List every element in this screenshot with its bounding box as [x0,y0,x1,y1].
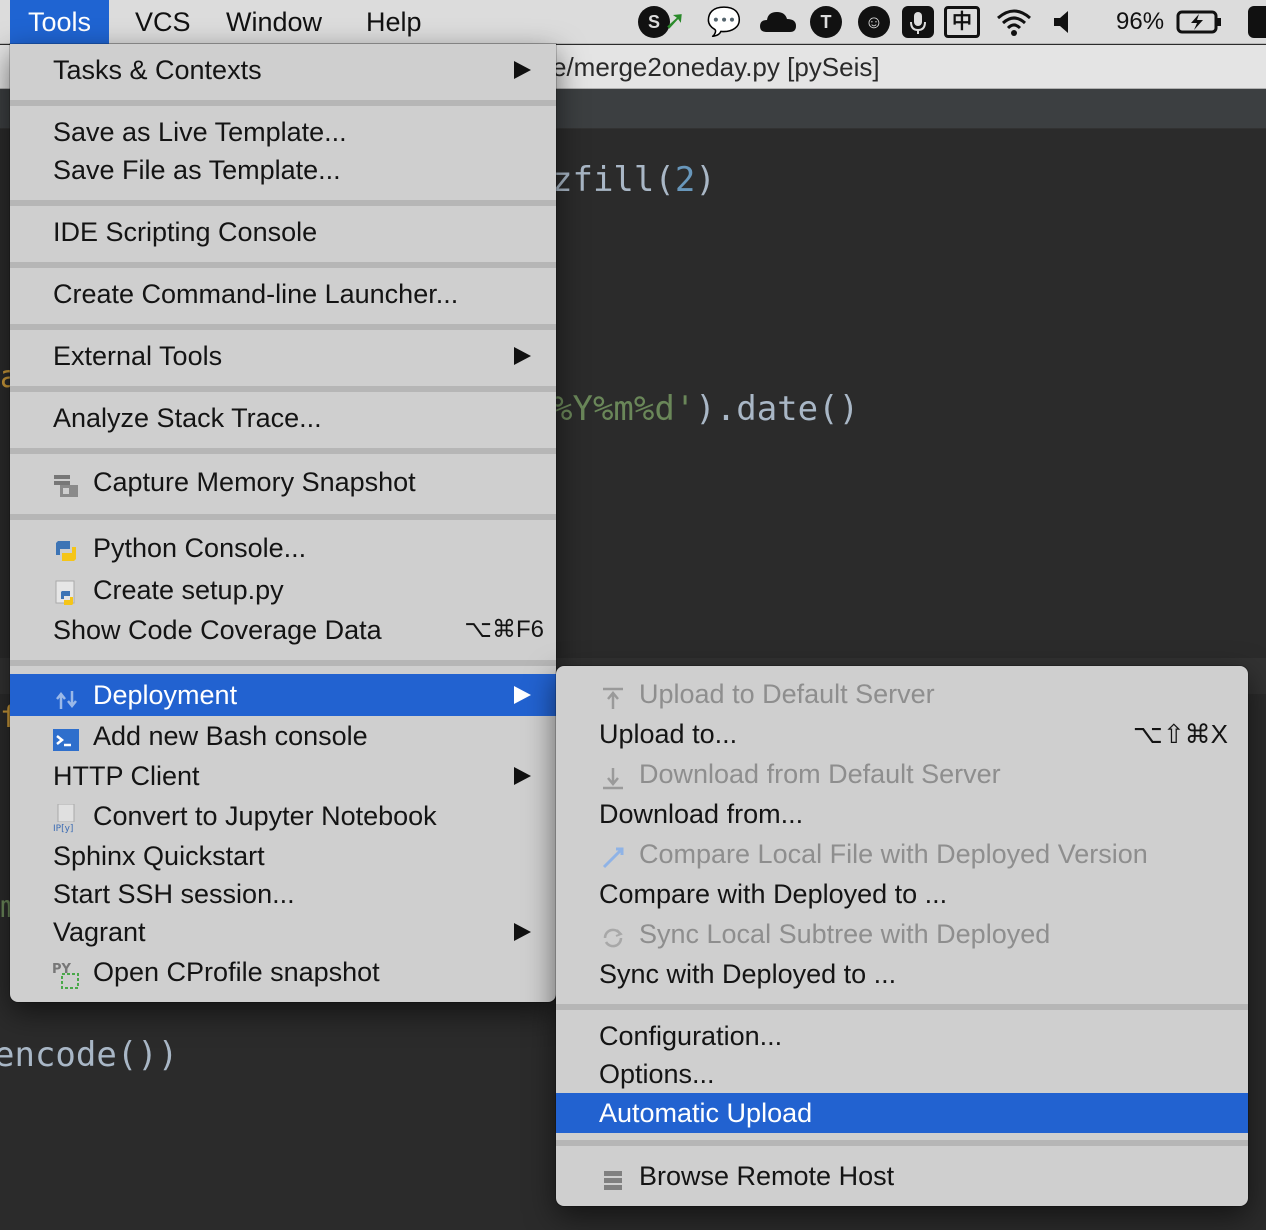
submenu-arrow-icon [514,686,531,704]
input-method-icon[interactable]: 中 [944,6,980,38]
deployment-arrows-icon [54,683,80,709]
menu-item-add-bash-console[interactable]: Add new Bash console [10,716,556,756]
battery-percent: 96% [1116,8,1165,35]
menu-tools[interactable]: Tools [10,0,110,44]
menu-item-sync-with-deployed[interactable]: Sync with Deployed to ... [556,954,1248,994]
menu-item-tasks-contexts[interactable]: Tasks & Contexts [10,50,556,90]
menu-item-sync-local-subtree[interactable]: Sync Local Subtree with Deployed [556,914,1248,954]
menu-item-create-setup-py[interactable]: Create setup.py [10,570,556,610]
menu-item-save-live-template[interactable]: Save as Live Template... [10,112,556,152]
wechat-icon[interactable]: 💬 [702,6,746,38]
svg-text:IP[y]: IP[y] [53,824,73,834]
menu-item-automatic-upload[interactable]: Automatic Upload [556,1093,1248,1133]
menu-help[interactable]: Help [366,0,422,44]
menu-vcs[interactable]: VCS [135,0,191,44]
menu-item-convert-jupyter[interactable]: IP[y] Convert to Jupyter Notebook [10,796,556,836]
server-list-icon [600,1164,626,1190]
volume-icon[interactable] [1050,6,1078,38]
shortcut-label: ⌥⌘F6 [464,616,544,643]
memory-snapshot-icon [52,470,78,497]
menu-item-compare-local-file[interactable]: Compare Local File with Deployed Version [556,834,1248,874]
stocks-arrow-icon: ➚ [664,5,686,35]
cprofile-snapshot-icon: PY [52,960,79,989]
menu-item-vagrant[interactable]: Vagrant [10,912,556,952]
battery-icon[interactable] [1176,6,1224,38]
code-line-zfill: zfill(2) [552,160,716,200]
menu-item-create-launcher[interactable]: Create Command-line Launcher... [10,274,556,314]
menu-item-save-file-template[interactable]: Save File as Template... [10,150,556,190]
menu-separator [10,660,556,666]
wifi-icon[interactable] [994,6,1034,38]
menu-item-compare-with-deployed[interactable]: Compare with Deployed to ... [556,874,1248,914]
menu-separator [10,100,556,106]
menu-item-upload-default-server[interactable]: Upload to Default Server [556,674,1248,714]
menu-item-configuration[interactable]: Configuration... [556,1016,1248,1056]
menu-item-upload-to[interactable]: Upload to... ⌥⇧⌘X [556,714,1248,754]
sync-icon [600,922,626,948]
menu-item-open-cprofile[interactable]: PY Open CProfile snapshot [10,952,556,992]
menu-item-show-code-coverage[interactable]: Show Code Coverage Data ⌥⌘F6 [10,610,556,650]
menu-item-http-client[interactable]: HTTP Client [10,756,556,796]
window-title: e/merge2oneday.py [pySeis] [552,52,880,82]
submenu-arrow-icon [514,923,531,941]
tools-menu: Tasks & Contexts Save as Live Template..… [10,44,556,1002]
code-line-date: %Y%m%d').date() [552,389,860,429]
menu-separator [556,1004,1248,1010]
code-line-encode: encode()) [0,1035,179,1075]
app-icon[interactable] [1248,6,1266,38]
menu-item-python-console[interactable]: Python Console... [10,528,556,568]
shield-icon[interactable]: T [810,6,842,38]
download-icon [600,762,626,790]
python-file-icon [52,578,78,605]
smiley-icon[interactable]: ☺ [858,6,890,38]
menu-item-start-ssh[interactable]: Start SSH session... [10,874,556,914]
menu-separator [10,386,556,392]
submenu-arrow-icon [514,347,531,365]
menu-item-capture-memory-snapshot[interactable]: Capture Memory Snapshot [10,462,556,502]
cloud-icon[interactable] [758,6,798,38]
menu-item-external-tools[interactable]: External Tools [10,336,556,376]
menu-separator [10,514,556,520]
python-icon [52,536,78,562]
menu-item-deployment[interactable]: Deployment [10,674,556,716]
menu-separator [10,262,556,268]
menu-separator [10,448,556,454]
submenu-arrow-icon [514,61,531,79]
shortcut-label: ⌥⇧⌘X [1132,719,1228,749]
terminal-icon [52,724,79,751]
compare-icon [600,842,626,869]
deployment-submenu: Upload to Default Server Upload to... ⌥⇧… [556,666,1248,1206]
menu-item-browse-remote-host[interactable]: Browse Remote Host [556,1156,1248,1196]
menu-separator [10,324,556,330]
menu-item-download-from[interactable]: Download from... [556,794,1248,834]
menu-item-analyze-stack-trace[interactable]: Analyze Stack Trace... [10,398,556,438]
jupyter-notebook-icon: IP[y] [52,803,82,834]
microphone-icon[interactable] [902,6,934,38]
menu-separator [10,200,556,206]
menu-item-options[interactable]: Options... [556,1054,1248,1094]
upload-icon [600,682,626,709]
menu-window[interactable]: Window [226,0,322,44]
menu-separator [556,1140,1248,1146]
menu-item-ide-scripting-console[interactable]: IDE Scripting Console [10,212,556,252]
macos-menu-bar: Tools VCS Window Help S ➚ 💬 T ☺ 中 96% [0,0,1266,44]
submenu-arrow-icon [514,767,531,785]
menu-item-sphinx-quickstart[interactable]: Sphinx Quickstart [10,836,556,876]
menu-item-download-default-server[interactable]: Download from Default Server [556,754,1248,794]
